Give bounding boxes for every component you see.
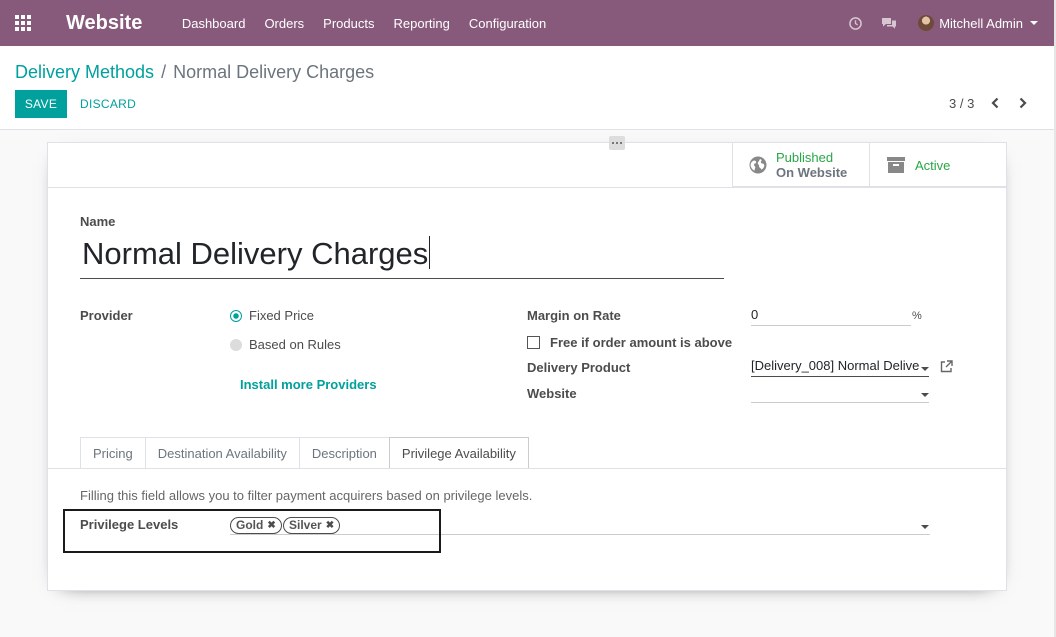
provider-option-label: Fixed Price [249, 308, 315, 323]
dropdown-caret-icon[interactable] [921, 393, 929, 397]
text-cursor [429, 236, 431, 269]
clock-icon[interactable] [838, 0, 872, 46]
dropdown-caret-icon[interactable] [921, 525, 929, 529]
free-over-checkbox[interactable] [527, 336, 540, 349]
website-input[interactable] [751, 383, 929, 403]
margin-on-rate-input[interactable]: 0 [751, 306, 911, 326]
delivery-product-label: Delivery Product [527, 360, 631, 375]
margin-on-rate-label: Margin on Rate [527, 308, 621, 323]
name-input-value: Normal Delivery Charges [82, 236, 429, 271]
more-options-icon[interactable] [609, 136, 625, 150]
percent-unit: % [912, 310, 922, 322]
breadcrumb-parent-link[interactable]: Delivery Methods [15, 62, 154, 83]
active-toggle-button[interactable]: Active [869, 143, 1006, 187]
highlight-annotation-box [63, 509, 441, 553]
tab-privilege-availability[interactable]: Privilege Availability [388, 437, 529, 469]
active-status-label: Active [915, 157, 951, 173]
menu-item-orders[interactable]: Orders [255, 16, 314, 31]
tabs-divider [48, 468, 1006, 469]
name-field-label: Name [80, 214, 116, 229]
published-status-label: Published [776, 150, 834, 165]
website-publish-button[interactable]: Published On Website [732, 143, 869, 187]
form-tabs: Pricing Destination Availability Descrip… [80, 437, 529, 469]
tab-pricing[interactable]: Pricing [80, 437, 146, 468]
tab-destination-availability[interactable]: Destination Availability [144, 437, 300, 468]
chevron-left-icon [991, 97, 999, 109]
pager-next-button[interactable] [1013, 93, 1033, 113]
delivery-product-input[interactable]: [Delivery_008] Normal Delive [751, 357, 929, 377]
user-name: Mitchell Admin [939, 15, 1023, 31]
smart-button-box: Published On Website Active [732, 143, 1006, 187]
dropdown-caret-icon[interactable] [921, 367, 929, 371]
provider-option-label: Based on Rules [249, 337, 341, 352]
radio-unselected-icon [230, 338, 242, 351]
main-menu: Dashboard Orders Products Reporting Conf… [172, 16, 555, 31]
on-website-label: On Website [776, 165, 848, 180]
tab-description[interactable]: Description [298, 437, 390, 468]
free-over-label: Free if order amount is above [550, 335, 733, 350]
top-navbar: Website Dashboard Orders Products Report… [0, 0, 1054, 46]
chevron-down-icon [1030, 21, 1038, 25]
sheet-header-divider [48, 187, 1006, 188]
menu-item-dashboard[interactable]: Dashboard [172, 16, 255, 31]
provider-label: Provider [80, 308, 133, 323]
breadcrumb: Delivery Methods / Normal Delivery Charg… [15, 62, 374, 83]
apps-grid-icon[interactable] [0, 0, 46, 46]
menu-item-configuration[interactable]: Configuration [459, 16, 555, 31]
menu-item-products[interactable]: Products [314, 16, 384, 31]
breadcrumb-separator: / [161, 62, 167, 82]
app-brand[interactable]: Website [66, 12, 142, 35]
delivery-product-value: [Delivery_008] Normal Delive [751, 358, 920, 373]
chat-icon[interactable] [872, 0, 906, 46]
menu-item-reporting[interactable]: Reporting [384, 16, 459, 31]
chevron-right-icon [1019, 97, 1027, 109]
save-button[interactable]: SAVE [15, 90, 67, 118]
user-menu[interactable]: Mitchell Admin [918, 15, 1038, 31]
install-more-providers-button[interactable]: Install more Providers [240, 377, 377, 392]
pager-previous-button[interactable] [985, 93, 1005, 113]
archive-icon [887, 157, 905, 173]
provider-fixed-price-radio[interactable]: Fixed Price [230, 308, 314, 323]
provider-based-on-rules-radio[interactable]: Based on Rules [230, 337, 341, 352]
discard-button[interactable]: DISCARD [72, 90, 144, 118]
privilege-help-text: Filling this field allows you to filter … [80, 488, 533, 503]
globe-icon [749, 156, 767, 174]
name-input[interactable]: Normal Delivery Charges [80, 233, 724, 279]
website-label: Website [527, 386, 577, 401]
external-link-icon[interactable] [940, 360, 954, 374]
control-panel: Delivery Methods / Normal Delivery Charg… [0, 46, 1054, 130]
margin-on-rate-value: 0 [751, 307, 759, 322]
avatar [918, 15, 935, 31]
pager-value: 3 / 3 [949, 96, 975, 111]
breadcrumb-current: Normal Delivery Charges [173, 62, 375, 82]
radio-selected-icon [230, 309, 242, 322]
